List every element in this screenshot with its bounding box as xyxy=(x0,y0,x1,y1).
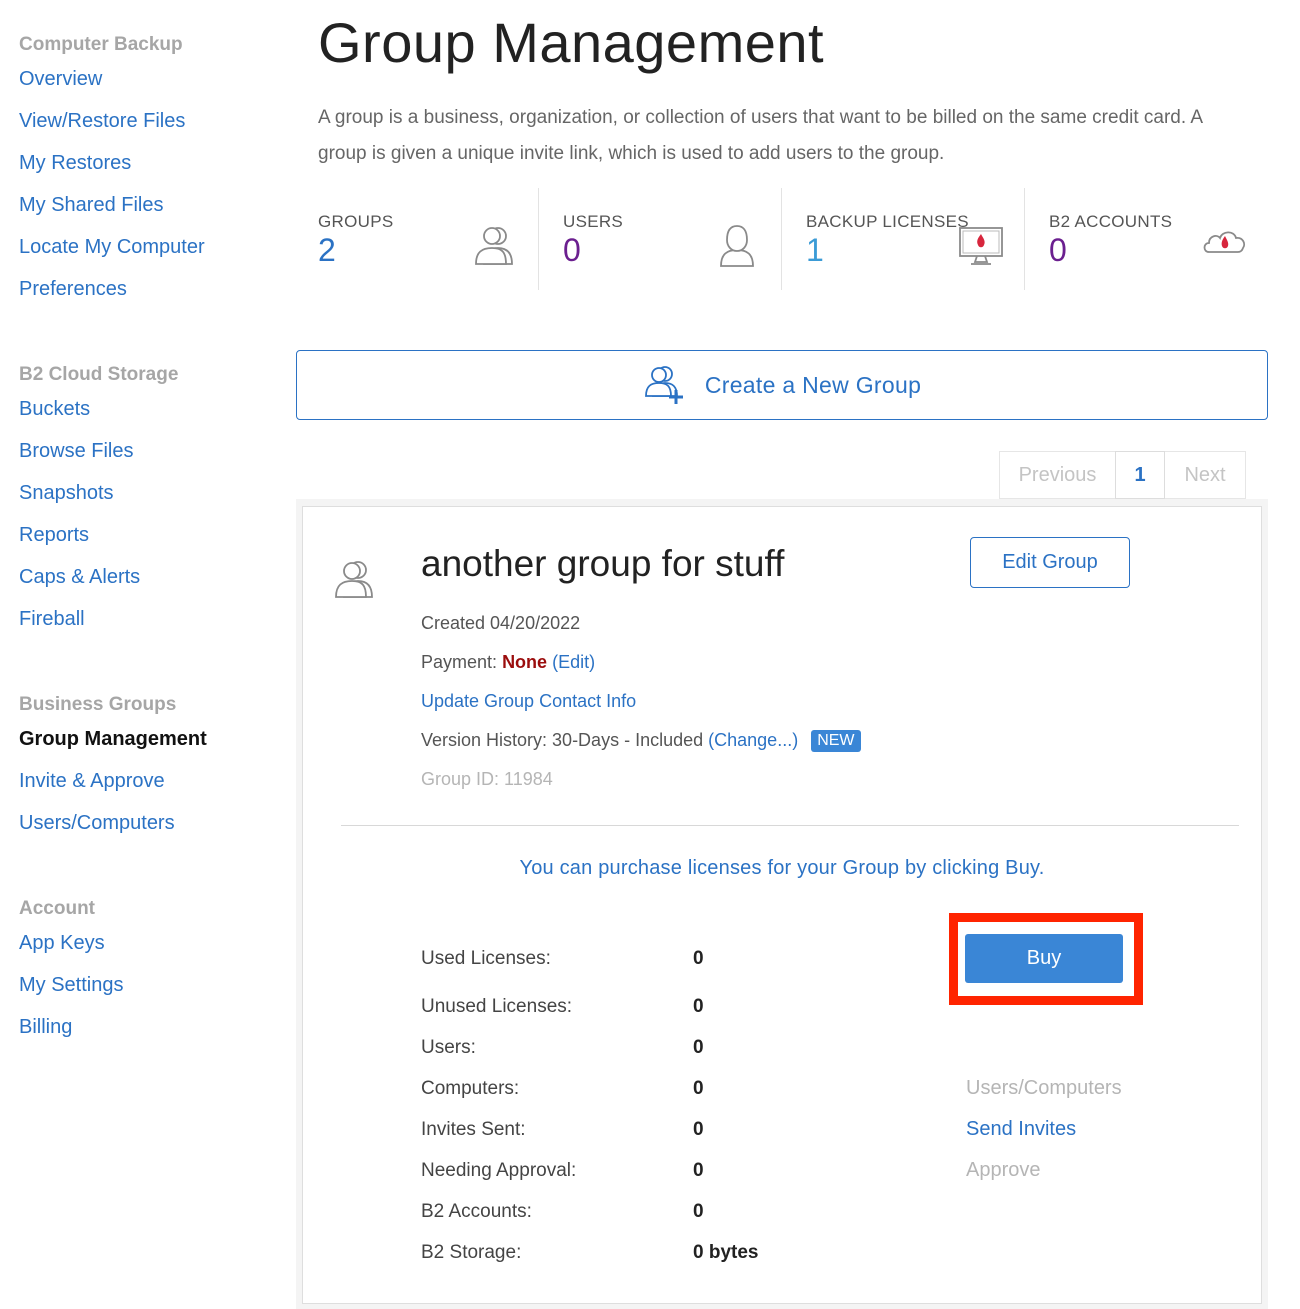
sidebar-item-browse-files[interactable]: Browse Files xyxy=(19,436,178,478)
stat-label: BACKUP LICENSES xyxy=(806,212,969,231)
stat-label: B2 ACCOUNTS xyxy=(1049,212,1173,231)
sidebar-heading: Computer Backup xyxy=(19,34,183,55)
stat-row-value: 0 xyxy=(693,1201,704,1222)
buy-button[interactable]: Buy xyxy=(965,934,1123,983)
group-id: Group ID: 11984 xyxy=(421,769,553,789)
sidebar: Computer Backup Overview View/Restore Fi… xyxy=(0,0,280,1309)
sidebar-heading: B2 Cloud Storage xyxy=(19,364,179,385)
main-content: Group Management A group is a business, … xyxy=(296,0,1271,1309)
sidebar-heading: Account xyxy=(19,898,95,919)
sidebar-item-my-settings[interactable]: My Settings xyxy=(19,970,123,1012)
payment-label: Payment: xyxy=(421,652,498,672)
stat-row-label: Invites Sent: xyxy=(421,1119,526,1140)
sidebar-item-view-restore-files[interactable]: View/Restore Files xyxy=(19,106,205,148)
group-avatar-icon xyxy=(335,561,373,598)
stat-backup-licenses: BACKUP LICENSES 1 xyxy=(782,188,1025,290)
stat-row-label: B2 Accounts: xyxy=(421,1201,532,1222)
sidebar-item-users-computers[interactable]: Users/Computers xyxy=(19,808,207,850)
payment-edit-link[interactable]: (Edit) xyxy=(552,652,595,672)
pagination: Previous 1 Next xyxy=(999,451,1246,499)
divider xyxy=(341,825,1239,826)
stat-label: USERS xyxy=(563,212,624,231)
group-card: another group for stuff Edit Group Creat… xyxy=(302,506,1262,1304)
edit-group-button[interactable]: Edit Group xyxy=(970,537,1130,588)
stat-row-label: Computers: xyxy=(421,1078,520,1099)
pagination-page-1[interactable]: 1 xyxy=(1115,451,1165,499)
sidebar-item-overview[interactable]: Overview xyxy=(19,64,205,106)
stat-row-label: Used Licenses: xyxy=(421,948,551,969)
stat-row-value: 0 xyxy=(693,996,704,1017)
stat-label: GROUPS xyxy=(318,212,394,231)
update-group-contact-link[interactable]: Update Group Contact Info xyxy=(421,691,636,711)
create-new-group-label: Create a New Group xyxy=(704,371,922,398)
sidebar-section-business-groups: Business Groups Group Management Invite … xyxy=(19,694,207,850)
new-badge: NEW xyxy=(811,730,861,752)
stat-row-label: B2 Storage: xyxy=(421,1242,522,1263)
sidebar-item-invite-approve[interactable]: Invite & Approve xyxy=(19,766,207,808)
sidebar-item-my-shared-files[interactable]: My Shared Files xyxy=(19,190,205,232)
page-description: A group is a business, organization, or … xyxy=(318,107,1203,164)
version-history-label: Version History: 30-Days - Included xyxy=(421,730,704,750)
stat-users: USERS 0 xyxy=(539,188,782,290)
cloud-flame-icon xyxy=(1203,231,1246,253)
sidebar-item-fireball[interactable]: Fireball xyxy=(19,604,178,646)
stat-value: 0 xyxy=(563,232,581,268)
pagination-previous[interactable]: Previous xyxy=(999,451,1115,499)
create-new-group-button[interactable]: Create a New Group xyxy=(296,350,1268,420)
stat-row-value: 0 bytes xyxy=(693,1242,759,1263)
stat-row-label: Unused Licenses: xyxy=(421,996,573,1017)
add-group-icon xyxy=(644,366,683,404)
stat-row-value: 0 xyxy=(693,1037,704,1058)
sidebar-item-locate-my-computer[interactable]: Locate My Computer xyxy=(19,232,205,274)
stat-groups: GROUPS 2 xyxy=(318,188,539,290)
stat-row-value: 0 xyxy=(693,1160,704,1181)
sidebar-item-app-keys[interactable]: App Keys xyxy=(19,928,123,970)
sidebar-item-group-management[interactable]: Group Management xyxy=(19,724,207,766)
group-list: another group for stuff Edit Group Creat… xyxy=(296,499,1268,1309)
pagination-next[interactable]: Next xyxy=(1165,451,1246,499)
stat-row-label: Users: xyxy=(421,1037,476,1058)
stat-value: 1 xyxy=(806,232,824,268)
approve-link[interactable]: Approve xyxy=(966,1159,1041,1182)
users-computers-link[interactable]: Users/Computers xyxy=(966,1077,1122,1100)
monitor-flame-icon xyxy=(959,227,1003,265)
purchase-message: You can purchase licenses for your Group… xyxy=(519,857,1045,879)
sidebar-item-preferences[interactable]: Preferences xyxy=(19,274,205,316)
sidebar-section-computer-backup: Computer Backup Overview View/Restore Fi… xyxy=(19,34,205,316)
sidebar-item-buckets[interactable]: Buckets xyxy=(19,394,178,436)
send-invites-link[interactable]: Send Invites xyxy=(966,1118,1076,1141)
sidebar-item-billing[interactable]: Billing xyxy=(19,1012,123,1054)
stats-bar: GROUPS 2 USERS 0 BACKUP LICENSES 1 B2 AC… xyxy=(318,188,1268,290)
users-icon xyxy=(475,227,513,265)
stat-row-value: 0 xyxy=(693,1078,704,1099)
sidebar-item-caps-alerts[interactable]: Caps & Alerts xyxy=(19,562,178,604)
payment-value: None xyxy=(502,652,548,672)
sidebar-item-snapshots[interactable]: Snapshots xyxy=(19,478,178,520)
group-payment: Payment: None (Edit) xyxy=(421,652,595,673)
stat-b2-accounts: B2 ACCOUNTS 0 xyxy=(1025,188,1268,290)
stat-value: 2 xyxy=(318,232,336,268)
sidebar-section-account: Account App Keys My Settings Billing xyxy=(19,898,123,1054)
user-icon xyxy=(720,225,754,267)
stat-row-label: Needing Approval: xyxy=(421,1160,577,1181)
stat-value: 0 xyxy=(1049,232,1067,268)
group-contact: Update Group Contact Info xyxy=(421,691,636,712)
stat-row-value: 0 xyxy=(693,948,704,969)
sidebar-heading: Business Groups xyxy=(19,694,177,715)
sidebar-section-b2-cloud-storage: B2 Cloud Storage Buckets Browse Files Sn… xyxy=(19,364,178,646)
version-history-change-link[interactable]: (Change...) xyxy=(708,730,798,750)
sidebar-item-my-restores[interactable]: My Restores xyxy=(19,148,205,190)
sidebar-item-reports[interactable]: Reports xyxy=(19,520,178,562)
group-version-history: Version History: 30-Days - Included (Cha… xyxy=(421,730,861,752)
page-title: Group Management xyxy=(318,11,825,74)
group-created: Created 04/20/2022 xyxy=(421,613,581,633)
stat-row-value: 0 xyxy=(693,1119,704,1140)
group-name: another group for stuff xyxy=(421,543,785,584)
